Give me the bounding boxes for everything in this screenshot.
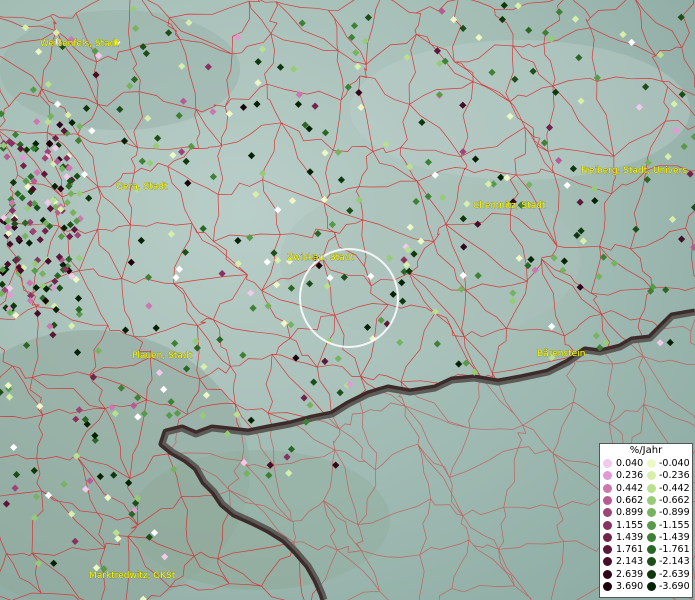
map-canvas[interactable]: Weißenfels, Stadt Gera, Stadt Chemnitz, St… [0, 0, 695, 600]
legend-swatch [647, 471, 656, 481]
map-legend: %/Jahr 0.040 -0.040 0.236 -0.236 0.442 -0.442… [599, 443, 693, 598]
legend-swatch [603, 508, 612, 518]
legend-value: 0.662 [616, 494, 644, 506]
legend-value: -0.040 [659, 458, 690, 469]
legend-row: 1.761 -1.761 [600, 544, 692, 555]
city-label: Freiberg, Stadt, Univers [581, 166, 687, 176]
city-label: Marktredwitz, GKSt [89, 571, 176, 581]
legend-value: 1.155 [616, 519, 644, 531]
legend-value: -2.143 [659, 556, 690, 568]
legend-swatch [647, 545, 656, 555]
legend-swatch [647, 508, 656, 518]
legend-value: -3.690 [659, 581, 690, 592]
legend-value: -2.639 [659, 568, 690, 580]
legend-value: 0.236 [616, 470, 644, 482]
legend-swatch [647, 532, 656, 542]
legend-row: 0.236 -0.236 [600, 470, 692, 481]
legend-row: 3.690 -3.690 [600, 581, 692, 592]
legend-value: -0.899 [659, 507, 690, 519]
legend-swatch [603, 459, 612, 468]
legend-row: 0.899 -0.899 [600, 507, 692, 518]
city-label: Zwickau, Stadt [287, 253, 354, 263]
legend-swatch [603, 532, 612, 542]
legend-swatch [647, 569, 656, 579]
legend-swatch [603, 471, 612, 481]
legend-swatch [603, 557, 612, 567]
city-label: Plauen, Stadt [132, 351, 193, 361]
legend-row: 1.155 -1.155 [600, 520, 692, 531]
city-label: Weißenfels, Stadt [40, 39, 119, 49]
legend-value: 0.899 [616, 507, 644, 519]
city-label: Gera, Stadt [116, 182, 168, 192]
legend-value: 2.639 [616, 568, 644, 580]
legend-swatch [647, 520, 656, 530]
legend-swatch [603, 545, 612, 555]
legend-swatch [647, 582, 656, 591]
legend-swatch [603, 582, 612, 591]
legend-value: -0.662 [659, 494, 690, 506]
city-label: Chemnitz, Stadt [473, 201, 546, 211]
legend-row: 1.439 -1.439 [600, 532, 692, 543]
legend-row: 0.442 -0.442 [600, 483, 692, 494]
legend-swatch [647, 557, 656, 567]
legend-value: -0.442 [659, 482, 690, 494]
legend-value: 1.761 [616, 544, 644, 556]
legend-swatch [603, 520, 612, 530]
legend-value: 0.040 [616, 458, 644, 469]
legend-row: 0.662 -0.662 [600, 495, 692, 506]
legend-value: -1.761 [659, 544, 690, 556]
legend-swatch [647, 483, 656, 493]
city-label: Bärenstein [537, 349, 585, 359]
legend-row: 2.639 -2.639 [600, 569, 692, 580]
legend-title: %/Jahr [629, 445, 663, 456]
legend-value: -1.439 [659, 531, 690, 543]
legend-value: -1.155 [659, 519, 690, 531]
legend-value: 3.690 [616, 581, 644, 592]
legend-swatch [647, 459, 656, 468]
legend-value: 2.143 [616, 556, 644, 568]
legend-swatch [603, 569, 612, 579]
legend-swatch [647, 495, 656, 505]
legend-value: -0.236 [659, 470, 690, 482]
legend-value: 1.439 [616, 531, 644, 543]
legend-row: 2.143 -2.143 [600, 556, 692, 567]
legend-swatch [603, 483, 612, 493]
legend-value: 0.442 [616, 482, 644, 494]
legend-swatch [603, 495, 612, 505]
legend-row: 0.040 -0.040 [600, 458, 692, 469]
